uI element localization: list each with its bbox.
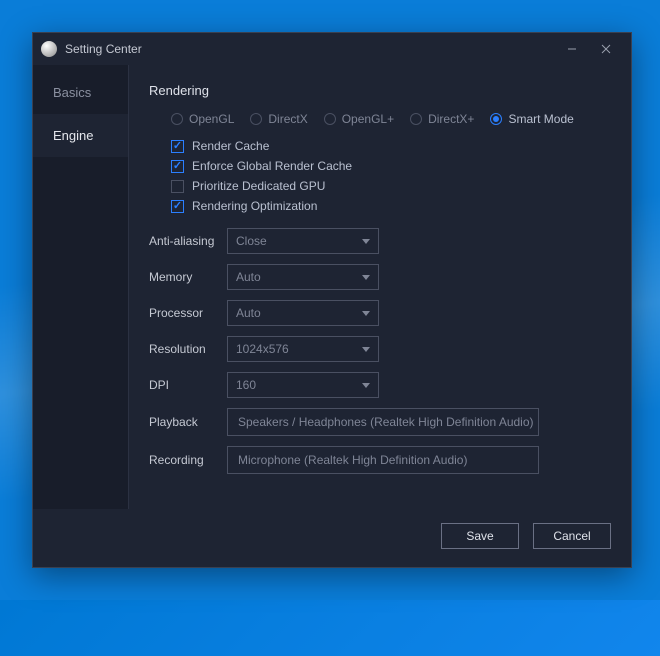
- checkbox-label: Enforce Global Render Cache: [192, 159, 352, 173]
- window-title: Setting Center: [65, 42, 555, 56]
- checkbox-render-cache[interactable]: Render Cache: [171, 136, 611, 156]
- radio-dot-icon: [490, 113, 502, 125]
- chevron-down-icon: [362, 347, 370, 352]
- checkbox-enforce-global-render-cache[interactable]: Enforce Global Render Cache: [171, 156, 611, 176]
- select-value: Auto: [236, 270, 362, 284]
- sidebar: Basics Engine: [33, 65, 129, 509]
- radio-directx-plus[interactable]: DirectX+: [410, 112, 474, 126]
- checkbox-icon: [171, 200, 184, 213]
- field-label: Resolution: [149, 342, 227, 356]
- checkbox-icon: [171, 160, 184, 173]
- rendering-mode-radios: OpenGL DirectX OpenGL+ DirectX+ Smart Mo…: [149, 112, 611, 126]
- settings-window: Setting Center Basics Engine Rendering O…: [32, 32, 632, 568]
- anti-aliasing-select[interactable]: Close: [227, 228, 379, 254]
- minimize-button[interactable]: [555, 37, 589, 61]
- row-playback: Playback Speakers / Headphones (Realtek …: [149, 408, 611, 436]
- save-button[interactable]: Save: [441, 523, 519, 549]
- select-value: 1024x576: [236, 342, 362, 356]
- dpi-select[interactable]: 160: [227, 372, 379, 398]
- radio-dot-icon: [410, 113, 422, 125]
- radio-dot-icon: [250, 113, 262, 125]
- radio-label: DirectX: [268, 112, 307, 126]
- row-anti-aliasing: Anti-aliasing Close: [149, 228, 611, 254]
- chevron-down-icon: [362, 239, 370, 244]
- row-dpi: DPI 160: [149, 372, 611, 398]
- titlebar[interactable]: Setting Center: [33, 33, 631, 65]
- row-resolution: Resolution 1024x576: [149, 336, 611, 362]
- minimize-icon: [567, 44, 577, 54]
- chevron-down-icon: [362, 275, 370, 280]
- checkbox-label: Render Cache: [192, 139, 269, 153]
- playback-field[interactable]: Speakers / Headphones (Realtek High Defi…: [227, 408, 539, 436]
- window-controls: [555, 37, 623, 61]
- checkbox-icon: [171, 140, 184, 153]
- sidebar-item-basics[interactable]: Basics: [33, 71, 128, 114]
- row-processor: Processor Auto: [149, 300, 611, 326]
- checkbox-icon: [171, 180, 184, 193]
- select-value: 160: [236, 378, 362, 392]
- checkbox-prioritize-dedicated-gpu[interactable]: Prioritize Dedicated GPU: [171, 176, 611, 196]
- field-label: Processor: [149, 306, 227, 320]
- select-value: Auto: [236, 306, 362, 320]
- checkbox-label: Prioritize Dedicated GPU: [192, 179, 325, 193]
- close-button[interactable]: [589, 37, 623, 61]
- rendering-checkboxes: Render Cache Enforce Global Render Cache…: [149, 136, 611, 216]
- app-icon: [41, 41, 57, 57]
- field-label: Playback: [149, 415, 227, 429]
- row-memory: Memory Auto: [149, 264, 611, 290]
- cancel-button[interactable]: Cancel: [533, 523, 611, 549]
- section-title: Rendering: [149, 83, 611, 98]
- radio-dot-icon: [324, 113, 336, 125]
- field-label: Anti-aliasing: [149, 234, 227, 248]
- content-pane: Rendering OpenGL DirectX OpenGL+ DirectX…: [129, 65, 631, 509]
- radio-label: OpenGL: [189, 112, 234, 126]
- radio-directx[interactable]: DirectX: [250, 112, 307, 126]
- chevron-down-icon: [362, 311, 370, 316]
- resolution-select[interactable]: 1024x576: [227, 336, 379, 362]
- checkbox-rendering-optimization[interactable]: Rendering Optimization: [171, 196, 611, 216]
- field-label: DPI: [149, 378, 227, 392]
- recording-field[interactable]: Microphone (Realtek High Definition Audi…: [227, 446, 539, 474]
- radio-label: OpenGL+: [342, 112, 394, 126]
- chevron-down-icon: [362, 383, 370, 388]
- field-value: Speakers / Headphones (Realtek High Defi…: [238, 415, 534, 429]
- radio-label: Smart Mode: [508, 112, 573, 126]
- select-value: Close: [236, 234, 362, 248]
- radio-label: DirectX+: [428, 112, 474, 126]
- checkbox-label: Rendering Optimization: [192, 199, 317, 213]
- memory-select[interactable]: Auto: [227, 264, 379, 290]
- radio-dot-icon: [171, 113, 183, 125]
- radio-opengl[interactable]: OpenGL: [171, 112, 234, 126]
- close-icon: [601, 44, 611, 54]
- field-label: Recording: [149, 453, 227, 467]
- window-body: Basics Engine Rendering OpenGL DirectX O…: [33, 65, 631, 509]
- field-value: Microphone (Realtek High Definition Audi…: [238, 453, 467, 467]
- settings-rows: Anti-aliasing Close Memory Auto Processo…: [149, 228, 611, 474]
- row-recording: Recording Microphone (Realtek High Defin…: [149, 446, 611, 474]
- processor-select[interactable]: Auto: [227, 300, 379, 326]
- radio-opengl-plus[interactable]: OpenGL+: [324, 112, 394, 126]
- field-label: Memory: [149, 270, 227, 284]
- dialog-footer: Save Cancel: [33, 509, 631, 567]
- sidebar-item-engine[interactable]: Engine: [33, 114, 128, 157]
- radio-smart-mode[interactable]: Smart Mode: [490, 112, 573, 126]
